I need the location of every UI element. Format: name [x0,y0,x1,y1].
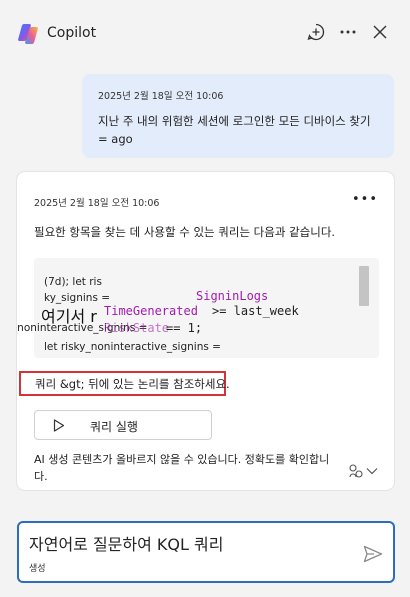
code-keyword-riskstate: RiskState [104,321,170,335]
response-timestamp: 2025년 2월 18일 오전 10:06 [34,198,160,209]
play-icon [53,419,65,432]
response-card: 2025년 2월 18일 오전 10:06 ••• 필요한 항목을 찾는 데 사… [17,172,394,490]
user-message-text: 지난 주 내의 위험한 세션에 로그인한 모든 디바이스 찾기 = ago [98,114,371,146]
copilot-logo-icon [16,22,40,46]
feedback-button[interactable] [348,463,378,479]
user-message-bubble: 2025년 2월 18일 오전 10:06 지난 주 내의 위험한 세션에 로그… [82,74,394,158]
code-keyword-timegenerated: TimeGenerated [104,304,198,318]
prompt-placeholder-line2: 생성 [29,564,46,574]
code-line-last: let risky_noninteractive_signins = [44,341,221,353]
code-operator-last-week: >= last_week [212,304,299,318]
app-title: Copilot [47,25,97,41]
prompt-placeholder: 자연어로 질문하여 KQL 쿼리 [29,535,224,554]
response-intro-text: 필요한 항목을 찾는 데 사용할 수 있는 쿼리는 다음과 같습니다. [34,225,336,239]
reference-logic-text: 쿼리 &gt; 뒤에 있는 논리를 참조하세요. [19,371,230,396]
user-message-timestamp: 2025년 2월 18일 오전 10:06 [98,91,224,102]
code-line-1: (7d); let ris [44,276,102,288]
header: Copilot [0,0,410,64]
response-more-options-button[interactable]: ••• [352,192,378,207]
code-scrollbar[interactable] [359,266,369,306]
prompt-input[interactable]: 자연어로 질문하여 KQL 쿼리 생성 [17,521,395,583]
send-icon [363,545,383,563]
new-chat-button[interactable] [305,21,327,43]
ai-disclaimer-text: AI 생성 콘텐츠가 올바르지 않을 수 있습니다. 정확도를 확인합니다. [34,453,330,481]
feedback-icon [349,464,363,478]
more-horizontal-icon [340,30,356,34]
more-options-button[interactable] [337,21,359,43]
chevron-down-icon [366,468,378,475]
close-icon [373,25,387,39]
send-button[interactable] [363,545,383,567]
run-query-label: 쿼리 실행 [90,420,138,434]
close-button[interactable] [369,21,391,43]
query-code-block: (7d); let ris ky_signins = SigninLogs 여기… [17,258,379,358]
chat-add-icon [307,23,325,41]
code-operator-eq-one: == 1; [166,321,203,335]
code-keyword-signinlogs: SigninLogs [196,289,269,303]
run-query-button[interactable]: 쿼리 실행 [34,410,212,440]
